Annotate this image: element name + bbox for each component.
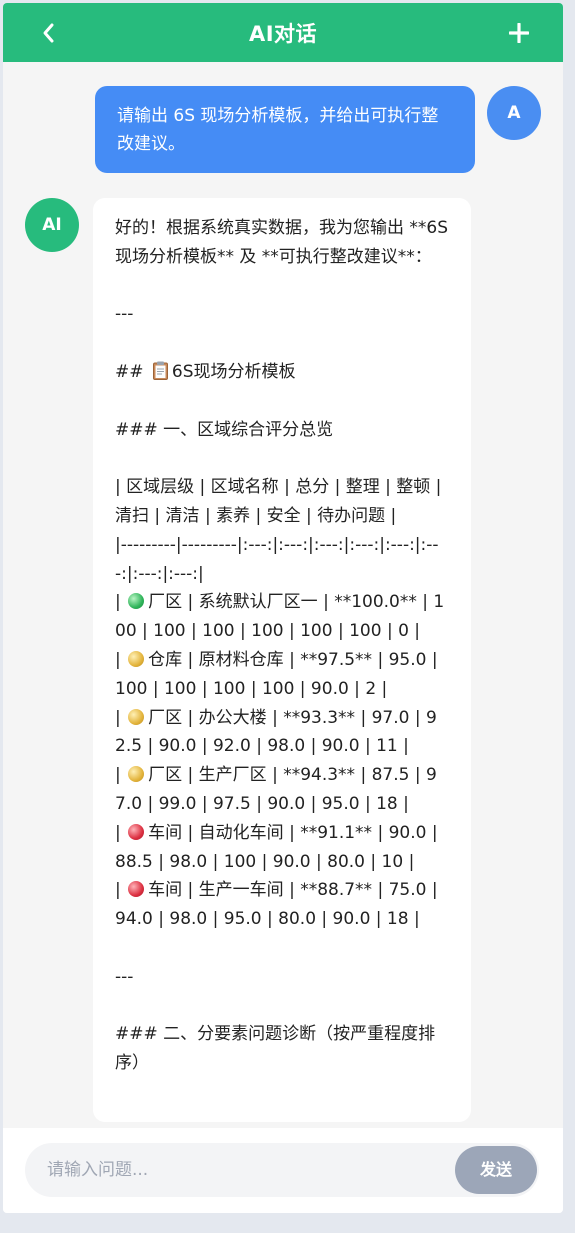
plus-icon: [509, 23, 529, 43]
clipboard-icon: [152, 361, 168, 380]
new-chat-button[interactable]: [509, 23, 529, 43]
table-row: | 仓库 | 原材料仓库 | **97.5** | 95.0 | 100 | 1…: [115, 649, 443, 699]
composer: 发送: [3, 1128, 563, 1213]
table-row: | 厂区 | 办公大楼 | **93.3** | 97.0 | 92.5 | 9…: [115, 707, 437, 757]
ai-message-line: ---: [115, 966, 134, 987]
user-message: 请输出 6S 现场分析模板，并给出可执行整改建议。: [95, 86, 475, 173]
status-yellow-icon: [128, 766, 145, 783]
ai-message: 好的！根据系统真实数据，我为您输出 **6S现场分析模板** 及 **可执行整改…: [93, 198, 471, 1122]
status-red-icon: [128, 823, 145, 840]
table-separator: |---------|---------|:---:|:---:|:---:|:…: [115, 534, 439, 584]
status-green-icon: [128, 593, 145, 610]
ai-heading: ### 二、分要素问题诊断（按严重程度排序）: [115, 1024, 436, 1074]
table-row: | 厂区 | 系统默认厂区一 | **100.0** | 100 | 100 |…: [115, 592, 445, 642]
table-row: | 车间 | 生产一车间 | **88.7** | 75.0 | 94.0 | …: [115, 880, 443, 930]
page-title: AI对话: [248, 22, 318, 46]
send-button[interactable]: 发送: [455, 1146, 537, 1194]
chat-screen: AI对话 请输出 6S 现场分析模板，并给出可执行整改建议。 A AI 好的！根…: [3, 3, 563, 1213]
status-yellow-icon: [128, 708, 145, 725]
user-avatar: A: [487, 86, 541, 140]
ai-message-line: ---: [115, 304, 134, 325]
ai-heading: ### 一、区域综合评分总览: [115, 419, 334, 440]
app-header: AI对话: [3, 3, 563, 62]
table-row: | 厂区 | 生产厂区 | **94.3** | 87.5 | 97.0 | 9…: [115, 765, 437, 814]
table-row: | 车间 | 自动化车间 | **91.1** | 90.0 | 88.5 | …: [115, 822, 443, 872]
message-list[interactable]: 请输出 6S 现场分析模板，并给出可执行整改建议。 A AI 好的！根据系统真实…: [3, 62, 563, 1128]
ai-heading: ## 6S现场分析模板: [115, 361, 296, 382]
status-red-icon: [128, 881, 145, 898]
status-yellow-icon: [128, 650, 145, 667]
question-input[interactable]: [47, 1143, 447, 1197]
ai-avatar: AI: [25, 198, 79, 252]
table-header: | 区域层级 | 区域名称 | 总分 | 整理 | 整顿 | 清扫 | 清洁 |…: [115, 477, 447, 526]
composer-box: 发送: [25, 1143, 539, 1197]
ai-message-line: 好的！根据系统真实数据，我为您输出 **6S现场分析模板** 及 **可执行整改…: [115, 218, 449, 267]
